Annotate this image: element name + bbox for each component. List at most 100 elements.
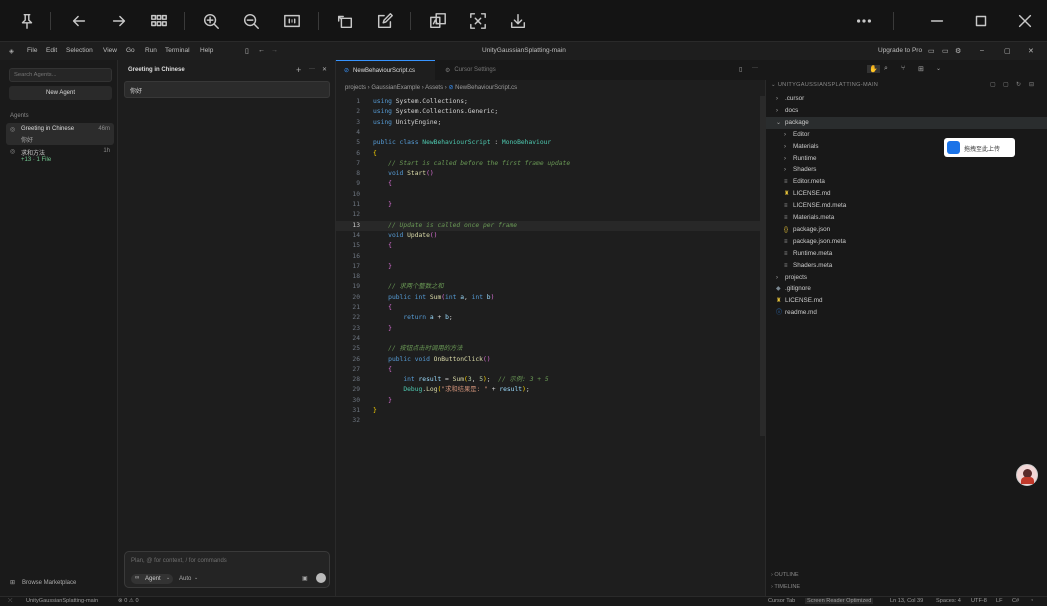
actual-size-icon[interactable]: [279, 8, 305, 34]
rotate-icon[interactable]: [332, 8, 358, 34]
agent-item-active[interactable]: ◎ Greeting in Chinese 你好 46m: [6, 123, 114, 145]
code-line[interactable]: 16: [336, 252, 766, 262]
extensions-icon[interactable]: ⊞: [918, 65, 924, 73]
settings-gear-icon[interactable]: ⚙: [955, 47, 961, 55]
code-line[interactable]: 6{: [336, 149, 766, 159]
code-line[interactable]: 8 void Start(): [336, 169, 766, 179]
send-icon[interactable]: [316, 573, 326, 583]
tree-item-shaders-meta[interactable]: ≡ Shaders.meta: [766, 260, 1047, 272]
code-area[interactable]: 1 using System.Collections; 2 using System.…: [336, 96, 766, 436]
code-line[interactable]: 4: [336, 128, 766, 138]
split-editor-icon[interactable]: ▯: [739, 66, 742, 73]
chat-input-box[interactable]: Plan, @ for context, / for commands ∞ Ag…: [124, 551, 330, 588]
code-line[interactable]: 31}: [336, 406, 766, 416]
status-eol[interactable]: LF: [996, 598, 1003, 604]
avatar[interactable]: [1016, 464, 1038, 486]
code-line[interactable]: 13 // Update is called once per frame: [336, 220, 766, 231]
status-cursor-tab[interactable]: Cursor Tab: [768, 598, 795, 604]
back-arrow-icon[interactable]: [66, 8, 92, 34]
chevron-down-icon[interactable]: ⌄: [194, 575, 198, 581]
code-line[interactable]: 9 {: [336, 179, 766, 189]
menu-file[interactable]: File: [27, 47, 37, 54]
zoom-in-icon[interactable]: [198, 8, 224, 34]
upload-badge[interactable]: 拖拽至此上传: [944, 138, 1015, 157]
code-line[interactable]: 17 }: [336, 262, 766, 272]
tree-item-readme-md[interactable]: ⓘ readme.md: [766, 307, 1047, 319]
code-line[interactable]: 21 {: [336, 303, 766, 313]
code-line[interactable]: 27 {: [336, 365, 766, 375]
tree-item-runtime-meta[interactable]: ≡ Runtime.meta: [766, 248, 1047, 260]
tab-newbehaviourscript[interactable]: ⊘ NewBehaviourScript.cs: [336, 60, 435, 80]
code-line[interactable]: 20 public int Sum(int a, int b): [336, 293, 766, 303]
breadcrumb-item[interactable]: Assets: [425, 85, 443, 91]
code-line[interactable]: 2 using System.Collections.Generic;: [336, 107, 766, 117]
app-logo-icon[interactable]: ◈: [9, 47, 14, 55]
more-icon[interactable]: [851, 8, 877, 34]
tree-item-license-md[interactable]: ♜ LICENSE.md: [766, 188, 1047, 200]
code-line[interactable]: 26 public void OnButtonClick(): [336, 355, 766, 365]
menu-view[interactable]: View: [103, 47, 117, 54]
code-line[interactable]: 18: [336, 272, 766, 282]
zoom-out-icon[interactable]: [238, 8, 264, 34]
new-agent-button[interactable]: New Agent: [9, 86, 112, 100]
timeline-section[interactable]: › TIMELINE: [771, 584, 800, 590]
status-screen-reader[interactable]: Screen Reader Optimized: [805, 598, 874, 604]
tree-item-package[interactable]: ⌄ package: [766, 116, 1047, 129]
explorer-root[interactable]: ⌄ UNITYGAUSSIANSPLATTING-MAIN: [771, 82, 878, 88]
breadcrumb-item[interactable]: GaussianExample: [371, 85, 420, 91]
search-agents-input[interactable]: [9, 68, 112, 82]
chevron-down-icon[interactable]: ⌄: [936, 65, 941, 72]
new-chat-icon[interactable]: +: [296, 65, 301, 75]
tree-item-package-json-meta[interactable]: ≡ package.json.meta: [766, 236, 1047, 248]
menu-edit[interactable]: Edit: [46, 47, 57, 54]
agent-mode-select[interactable]: ∞ Agent ⌄: [131, 574, 173, 584]
tree-item-editor-meta[interactable]: ≡ Editor.meta: [766, 176, 1047, 188]
code-line[interactable]: 22 return a + b;: [336, 313, 766, 323]
editor-more-icon[interactable]: ···: [752, 65, 758, 71]
search-icon[interactable]: ⌕: [884, 65, 888, 73]
pin-icon[interactable]: [14, 8, 40, 34]
translate-icon[interactable]: [425, 8, 451, 34]
status-encoding[interactable]: UTF-8: [971, 598, 987, 604]
grid-icon[interactable]: [146, 8, 172, 34]
menu-run[interactable]: Run: [145, 47, 157, 54]
status-spaces[interactable]: Spaces: 4: [936, 598, 961, 604]
layout-icon-2[interactable]: ▭: [942, 47, 949, 55]
win-restore-icon[interactable]: ▢: [1004, 47, 1011, 55]
new-folder-icon[interactable]: ▢: [1003, 81, 1009, 88]
tree-item-license-md[interactable]: ♜ LICENSE.md: [766, 295, 1047, 307]
code-line[interactable]: 14 void Update(): [336, 231, 766, 241]
minimize-icon[interactable]: [924, 8, 950, 34]
download-icon[interactable]: [505, 8, 531, 34]
layout-icon-1[interactable]: ▭: [928, 47, 935, 55]
code-line[interactable]: 24: [336, 334, 766, 344]
user-message[interactable]: 你好: [124, 81, 330, 98]
tree-item-projects[interactable]: › projects: [766, 272, 1047, 284]
maximize-icon[interactable]: [968, 8, 994, 34]
menu-help[interactable]: Help: [200, 47, 213, 54]
code-line[interactable]: 25 // 按钮点击时调用的方法: [336, 344, 766, 354]
code-line[interactable]: 23 }: [336, 324, 766, 334]
close-icon[interactable]: [1012, 8, 1038, 34]
ocr-icon[interactable]: [465, 8, 491, 34]
refresh-icon[interactable]: ↻: [1016, 81, 1021, 88]
notifications-icon[interactable]: ◔: [1030, 598, 1033, 604]
tree-item--gitignore[interactable]: ◆ .gitignore: [766, 283, 1047, 295]
code-line[interactable]: 3 using UnityEngine;: [336, 118, 766, 128]
chat-close-icon[interactable]: ✕: [322, 66, 327, 73]
new-file-icon[interactable]: ▢: [990, 81, 996, 88]
win-close-icon[interactable]: ✕: [1028, 47, 1034, 55]
code-line[interactable]: 28 int result = Sum(3, 5); // 示例: 3 + 5: [336, 375, 766, 385]
remote-icon[interactable]: ⤫: [8, 598, 12, 605]
menu-terminal[interactable]: Terminal: [165, 47, 190, 54]
tree-item--cursor[interactable]: › .cursor: [766, 93, 1047, 105]
status-language[interactable]: C#: [1012, 598, 1019, 604]
forward-arrow-icon[interactable]: [106, 8, 132, 34]
status-problems[interactable]: ⊗ 0 ⚠ 0: [118, 598, 139, 604]
edit-icon[interactable]: [372, 8, 398, 34]
source-control-icon[interactable]: ⑂: [901, 65, 905, 72]
code-line[interactable]: 12: [336, 210, 766, 220]
nav-back-icon[interactable]: ←: [258, 47, 265, 54]
tree-item-shaders[interactable]: › Shaders: [766, 164, 1047, 176]
browse-marketplace-link[interactable]: Browse Marketplace: [22, 580, 76, 586]
